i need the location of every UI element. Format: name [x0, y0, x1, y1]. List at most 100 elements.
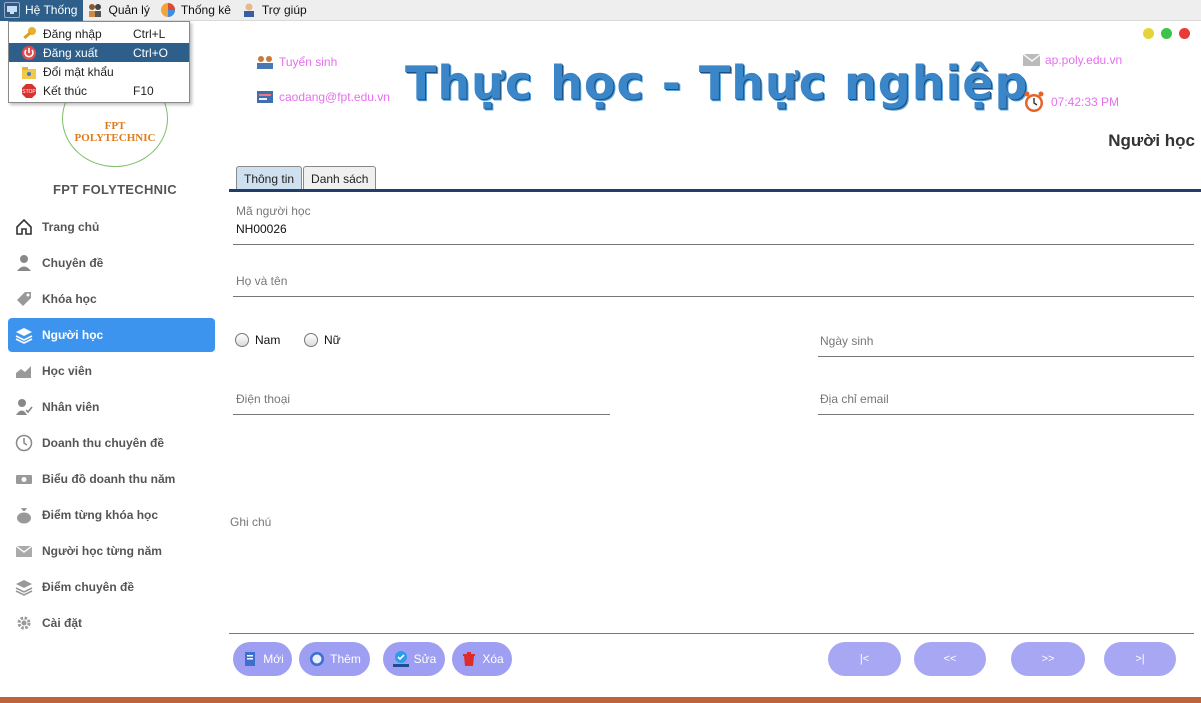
menu-label: Trợ giúp [261, 3, 307, 17]
sidebar-item-label: Người học từng năm [42, 544, 162, 558]
sidebar-item-topic-scores[interactable]: Điểm chuyên đề [8, 570, 215, 604]
user-icon [14, 253, 34, 273]
button-label: Mới [263, 652, 284, 666]
radio-label: Nữ [324, 333, 341, 347]
sidebar-item-staff[interactable]: Nhân viên [8, 390, 215, 424]
menu-item-exit[interactable]: STOP Kết thúc F10 [9, 81, 189, 100]
menu-item-login[interactable]: Đăng nhập Ctrl+L [9, 24, 189, 43]
sidebar-item-topics[interactable]: Chuyên đề [8, 246, 215, 280]
learner-id-label: Mã người học [236, 204, 311, 218]
sidebar-item-label: Điểm từng khóa học [42, 508, 159, 522]
full-name-field[interactable] [236, 278, 1186, 294]
admissions-label: Tuyển sinh [279, 55, 338, 69]
update-icon [392, 650, 410, 668]
sidebar-item-annual-revenue-chart[interactable]: Biểu đồ doanh thu năm [8, 462, 215, 496]
phone-label: Điện thoại [236, 392, 291, 406]
sidebar-item-home[interactable]: Trang chủ [8, 210, 215, 244]
last-record-button[interactable]: >| [1104, 642, 1176, 676]
website-link[interactable]: ap.poly.edu.vn [1022, 52, 1122, 68]
menu-item-shortcut: F10 [133, 83, 154, 98]
sidebar-item-learners[interactable]: Người học [8, 318, 215, 352]
dob-label: Ngày sinh [820, 334, 874, 348]
logo-text: FPT POLYTECHNIC [74, 120, 156, 144]
sidebar-item-label: Nhân viên [42, 400, 100, 414]
sidebar-item-label: Doanh thu chuyên đề [42, 436, 165, 450]
menu-item-label: Đăng xuất [43, 45, 98, 60]
svg-text:STOP: STOP [22, 89, 36, 95]
next-record-button[interactable]: >> [1011, 642, 1085, 676]
contact-card-icon [256, 89, 274, 105]
new-button[interactable]: Mới [233, 642, 292, 676]
sidebar-item-topic-revenue[interactable]: Doanh thu chuyên đề [8, 426, 215, 460]
sidebar-item-label: Người học [42, 328, 104, 342]
app-window: Hệ Thống Quản lý Thống kê Trợ giúp Đăng … [0, 0, 1201, 703]
menu-he-thong[interactable]: Hệ Thống [0, 0, 84, 21]
menu-item-label: Kết thúc [43, 83, 88, 98]
sidebar-item-label: Học viên [42, 364, 93, 378]
mail-icon [1022, 52, 1040, 68]
menu-item-change-password[interactable]: Đổi mật khẩu [9, 62, 189, 81]
button-label: Xóa [482, 652, 504, 666]
clock-icon [14, 433, 34, 453]
delete-button[interactable]: Xóa [452, 642, 512, 676]
menu-label: Quản lý [108, 3, 150, 17]
people-icon [256, 54, 274, 70]
tab-bar: Thông tin Danh sách [236, 166, 377, 190]
radio-circle [304, 333, 318, 347]
learner-id-underline [233, 244, 1194, 245]
menu-thong-ke[interactable]: Thống kê [156, 0, 237, 21]
gender-female-radio[interactable]: Nữ [304, 333, 341, 347]
menu-item-label: Đổi mật khẩu [43, 64, 114, 79]
sidebar-item-courses[interactable]: Khóa học [8, 282, 215, 316]
sidebar-item-learners-per-year[interactable]: Người học từng năm [8, 534, 215, 568]
sidebar-item-students[interactable]: Học viên [8, 354, 215, 388]
key-icon [21, 26, 37, 42]
power-icon [21, 45, 37, 61]
menu-item-logout[interactable]: Đăng xuất Ctrl+O [9, 43, 189, 62]
button-label: Sửa [413, 652, 437, 666]
folder-key-icon [21, 64, 37, 80]
page-title: Người học [1108, 131, 1195, 150]
tab-info[interactable]: Thông tin [236, 166, 303, 190]
close-button[interactable] [1179, 28, 1190, 39]
sidebar-item-label: Cài đặt [42, 616, 83, 630]
sidebar-item-label: Điểm chuyên đề [42, 580, 135, 594]
sidebar-item-settings[interactable]: Cài đặt [8, 606, 215, 640]
tag-icon [14, 289, 34, 309]
email-label: caodang@fpt.edu.vn [279, 90, 390, 104]
button-label: Thêm [330, 652, 361, 666]
minimize-button[interactable] [1143, 28, 1154, 39]
money-bag-icon [14, 505, 34, 525]
menu-tro-giup[interactable]: Trợ giúp [237, 0, 313, 21]
gender-male-radio[interactable]: Nam [235, 333, 280, 347]
edit-button[interactable]: Sửa [383, 642, 445, 676]
phone-field[interactable] [233, 414, 610, 415]
menu-quan-ly[interactable]: Quản lý [83, 0, 155, 21]
admissions-link[interactable]: Tuyển sinh [256, 54, 337, 70]
system-menu-dropdown: Đăng nhập Ctrl+L Đăng xuất Ctrl+O Đổi mậ… [8, 21, 190, 103]
menubar: Hệ Thống Quản lý Thống kê Trợ giúp [0, 0, 1201, 21]
sidebar-item-course-scores[interactable]: Điểm từng khóa học [8, 498, 215, 532]
support-icon [241, 2, 257, 18]
home-icon [14, 217, 34, 237]
radio-circle [235, 333, 249, 347]
stack-icon [14, 577, 34, 597]
email-link[interactable]: caodang@fpt.edu.vn [256, 89, 390, 105]
brand-name: FPT FOLYTECHNIC [53, 182, 177, 197]
tab-divider [229, 189, 1201, 192]
dob-field[interactable] [818, 356, 1194, 357]
add-button[interactable]: Thêm [299, 642, 370, 676]
slogan-banner: Thực học - Thực nghiệp [405, 56, 1029, 110]
monitor-icon [4, 2, 20, 18]
learner-id-field[interactable]: NH00026 [236, 222, 287, 236]
email-label: Địa chỉ email [820, 392, 889, 406]
first-record-button[interactable]: |< [828, 642, 901, 676]
sidebar: Trang chủ Chuyên đề Khóa học Người học H… [8, 210, 215, 642]
trash-icon [460, 650, 478, 668]
email-field[interactable] [818, 414, 1194, 415]
tab-list[interactable]: Danh sách [303, 166, 377, 190]
previous-record-button[interactable]: << [914, 642, 986, 676]
note-field[interactable] [229, 633, 1194, 634]
new-doc-icon [241, 650, 259, 668]
maximize-button[interactable] [1161, 28, 1172, 39]
